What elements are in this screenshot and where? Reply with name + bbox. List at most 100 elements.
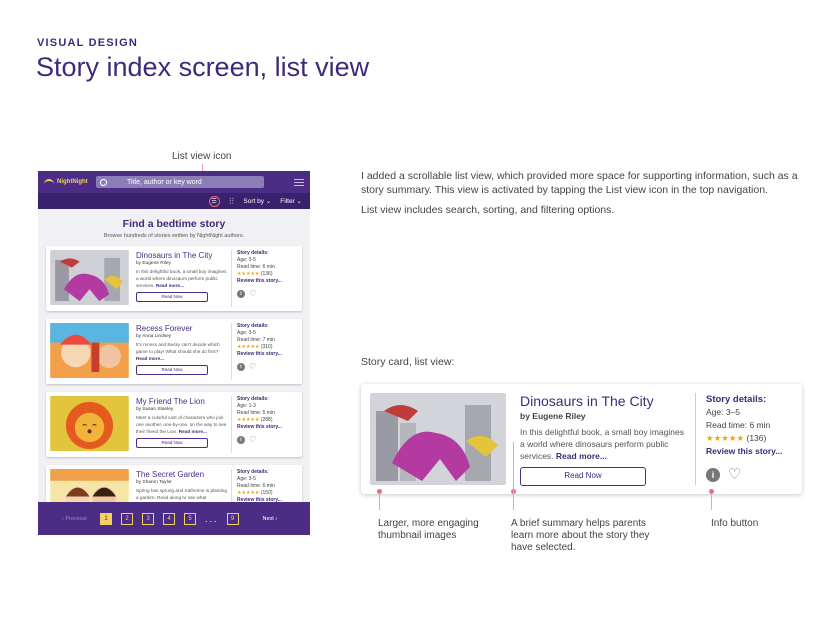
- rating: ★★★★★ (150): [237, 490, 296, 497]
- logo-text: NightNight: [57, 179, 88, 185]
- review-count: (310): [260, 344, 273, 350]
- page-button[interactable]: 3: [142, 512, 154, 525]
- page-button[interactable]: 1: [100, 512, 112, 525]
- star-rating-icon: ★★★★★: [237, 417, 260, 423]
- dinosaur-city-thumbnail: [50, 250, 129, 305]
- info-icon[interactable]: i: [706, 468, 720, 482]
- page-button[interactable]: 9: [226, 512, 239, 525]
- list-view-icon[interactable]: ☰: [208, 195, 220, 207]
- phone-mockup: NightNight Title, author or key word ☰ ⠿…: [38, 171, 310, 535]
- age-range: Age: 3-5: [237, 476, 256, 482]
- review-link[interactable]: Review this story...: [237, 278, 296, 285]
- search-placeholder: Title, author or key word: [127, 178, 202, 186]
- page-title: Story index screen, list view: [36, 52, 370, 82]
- story-card-detail[interactable]: Dinosaurs in The City by Eugene Riley In…: [361, 384, 802, 494]
- details-heading: Story details:: [706, 394, 767, 405]
- callout-line: [379, 494, 380, 510]
- dinosaur-city-thumbnail: [370, 393, 506, 485]
- sort-dropdown[interactable]: Sort by ⌄: [243, 197, 271, 205]
- story-summary: Meet a colorful cast of characters who j…: [136, 414, 227, 435]
- read-now-button[interactable]: Read Now: [136, 292, 208, 302]
- story-title[interactable]: The Secret Garden: [136, 470, 227, 479]
- info-button-callout: Info button: [711, 518, 759, 529]
- review-count: (150): [260, 490, 273, 496]
- chevron-down-icon: ⌄: [296, 198, 302, 205]
- summary-text: It's recess and Becky can't decide which…: [136, 342, 220, 354]
- review-link[interactable]: Review this story...: [706, 445, 782, 458]
- search-icon: [100, 178, 107, 186]
- story-card-body: Dinosaurs in The City by Eugene Riley In…: [129, 250, 231, 307]
- story-card[interactable]: My Friend The Lion by Susan Stanley Meet…: [46, 392, 302, 457]
- page-button[interactable]: 2: [121, 512, 133, 525]
- previous-button[interactable]: ‹ Previous: [46, 516, 100, 522]
- story-card[interactable]: Recess Forever by Anna Lindsey It's rece…: [46, 319, 302, 384]
- story-card-body: My Friend The Lion by Susan Stanley Meet…: [129, 396, 231, 453]
- story-card-body: Recess Forever by Anna Lindsey It's rece…: [129, 323, 231, 380]
- filter-label: Filter: [280, 198, 295, 205]
- moon-icon: [44, 179, 54, 185]
- heart-icon[interactable]: ♡: [249, 363, 256, 371]
- story-details: Story details: Age: 3–5 Read time: 6 min…: [695, 393, 782, 485]
- info-icon[interactable]: i: [237, 436, 245, 444]
- hamburger-menu-icon[interactable]: [294, 178, 304, 186]
- review-count: (288): [260, 417, 273, 423]
- read-more-link[interactable]: Read more...: [156, 283, 184, 288]
- story-author: by Anna Lindsey: [136, 334, 172, 339]
- summary-callout: A brief summary helps parents learn more…: [511, 518, 650, 553]
- age-range: Age: 3–5: [706, 407, 741, 417]
- age-range: Age: 1-3: [237, 403, 256, 409]
- review-link[interactable]: Review this story...: [237, 351, 296, 358]
- story-title[interactable]: My Friend The Lion: [136, 397, 227, 406]
- rating: ★★★★★ (136): [237, 271, 296, 278]
- previous-label: Previous: [65, 515, 87, 522]
- list-heading: Find a bedtime story: [122, 218, 226, 230]
- page-button[interactable]: 5: [184, 512, 196, 525]
- details-heading: Story details:: [237, 469, 269, 475]
- info-icon[interactable]: i: [237, 290, 245, 298]
- read-now-button[interactable]: Read Now: [520, 467, 646, 486]
- story-details: Story details: Age: 3-5 Read time: 6 min…: [231, 250, 296, 307]
- read-more-link[interactable]: Read more...: [179, 429, 207, 434]
- details-heading: Story details:: [237, 396, 269, 402]
- story-details: Story details: Age: 1-3 Read time: 5 min…: [231, 396, 296, 453]
- page-button[interactable]: 4: [163, 512, 175, 525]
- filter-dropdown[interactable]: Filter ⌄: [280, 197, 302, 205]
- view-options-bar: ☰ ⠿ Sort by ⌄ Filter ⌄: [38, 193, 310, 209]
- review-count: (136): [260, 271, 273, 277]
- search-input[interactable]: Title, author or key word: [96, 176, 264, 188]
- story-title[interactable]: Dinosaurs in The City: [136, 251, 227, 260]
- rating: ★★★★★ (136): [706, 432, 782, 445]
- details-heading: Story details:: [237, 323, 269, 329]
- star-rating-icon: ★★★★★: [237, 490, 260, 496]
- star-rating-icon: ★★★★★: [706, 433, 745, 443]
- read-more-link[interactable]: Read more...: [136, 356, 164, 361]
- info-icon[interactable]: i: [237, 363, 245, 371]
- heart-icon[interactable]: ♡: [728, 467, 741, 482]
- list-view-icon-callout: List view icon: [172, 151, 232, 162]
- read-now-button[interactable]: Read Now: [136, 438, 208, 448]
- rating: ★★★★★ (310): [237, 344, 296, 351]
- read-now-button[interactable]: Read Now: [136, 365, 208, 375]
- next-button[interactable]: Next ›: [263, 516, 278, 522]
- read-time: Read time: 6 min: [237, 264, 275, 270]
- story-details: Story details: Age: 3-5 Read time: 7 min…: [231, 323, 296, 380]
- story-card-body: Dinosaurs in The City by Eugene Riley In…: [506, 393, 691, 486]
- story-card[interactable]: Dinosaurs in The City by Eugene Riley In…: [46, 246, 302, 311]
- rating: ★★★★★ (288): [237, 417, 296, 424]
- grid-view-icon[interactable]: ⠿: [229, 197, 235, 206]
- heart-icon[interactable]: ♡: [249, 290, 256, 298]
- star-rating-icon: ★★★★★: [237, 271, 260, 277]
- heart-icon[interactable]: ♡: [249, 436, 256, 444]
- read-more-link[interactable]: Read more...: [556, 451, 607, 461]
- review-link[interactable]: Review this story...: [237, 424, 296, 431]
- star-rating-icon: ★★★★★: [237, 344, 260, 350]
- story-title[interactable]: Recess Forever: [136, 324, 227, 333]
- story-title[interactable]: Dinosaurs in The City: [520, 393, 691, 409]
- callout-line: [513, 442, 514, 510]
- age-range: Age: 3-5: [237, 257, 256, 263]
- callout-line: [711, 494, 712, 510]
- app-logo[interactable]: NightNight: [44, 179, 92, 185]
- list-subheading: Browse hundreds of stories written by Ni…: [103, 233, 245, 239]
- story-author: by Eugene Riley: [520, 411, 586, 421]
- story-author: by Sharon Taylor: [136, 480, 172, 485]
